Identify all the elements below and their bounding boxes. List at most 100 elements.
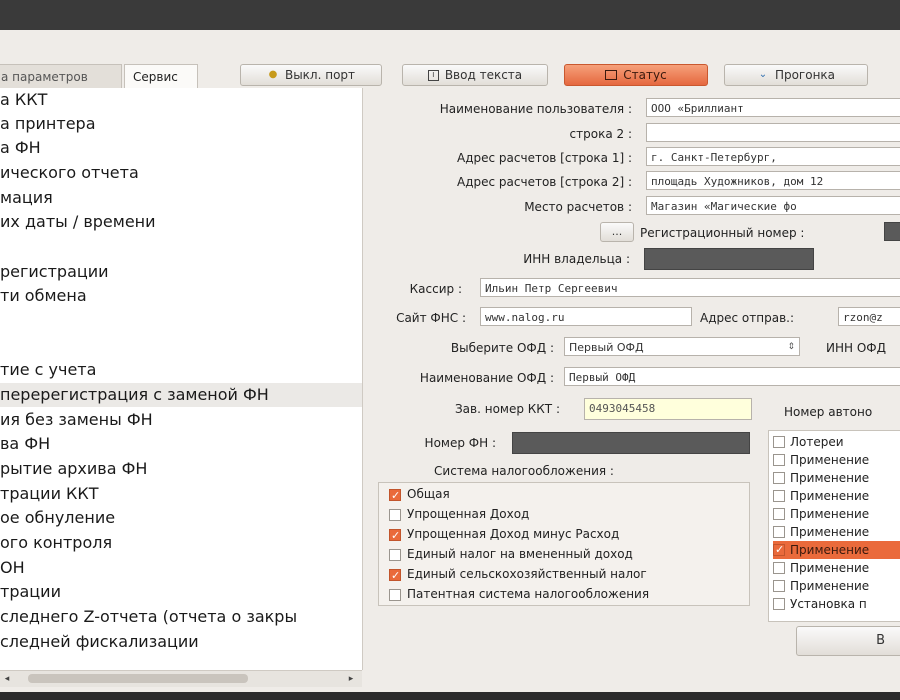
list-item[interactable]: Применение	[773, 523, 900, 541]
horizontal-scrollbar[interactable]: ◂ ▸	[0, 670, 362, 687]
list-item[interactable]: ия без замены ФН	[0, 408, 362, 432]
line2-field[interactable]	[646, 123, 900, 142]
list-item[interactable]: регистрации	[0, 260, 362, 284]
list-item[interactable]	[0, 334, 362, 358]
list-item[interactable]: ического отчета	[0, 161, 362, 185]
fn-number-label: Номер ФН :	[424, 436, 496, 450]
address2-label: Адрес расчетов [строка 2] :	[457, 175, 632, 189]
list-item[interactable]	[0, 235, 362, 259]
tax-system-label: Система налогообложения :	[434, 464, 614, 478]
command-list[interactable]: а ККТ а принтера а ФН ического отчета ма…	[0, 88, 363, 670]
list-item[interactable]: Применение	[773, 559, 900, 577]
address1-field[interactable]: г. Санкт-Петербург,	[646, 147, 900, 166]
list-item[interactable]: рытие архива ФН	[0, 457, 362, 481]
scroll-right-icon[interactable]: ▸	[344, 671, 358, 687]
list-item-selected[interactable]: Применение	[773, 541, 900, 559]
place-field[interactable]: Магазин «Магические фо	[646, 196, 900, 215]
list-item[interactable]: Установка п	[773, 595, 900, 613]
checkbox[interactable]	[773, 508, 785, 520]
tab-service[interactable]: Сервис	[124, 64, 198, 88]
checkbox[interactable]	[773, 580, 785, 592]
port-off-label: Выкл. порт	[284, 68, 356, 82]
kkt-serial-field[interactable]: 0493045458	[584, 398, 752, 420]
plug-icon: ●	[268, 69, 278, 80]
fn-number-field[interactable]	[512, 432, 750, 454]
list-item[interactable]: их даты / времени	[0, 210, 362, 234]
checkbox[interactable]	[773, 490, 785, 502]
list-item[interactable]: ва ФН	[0, 432, 362, 456]
list-item[interactable]: трации	[0, 580, 362, 604]
inn-owner-field[interactable]	[644, 248, 814, 270]
text-input-button[interactable]: I Ввод текста	[402, 64, 548, 86]
tax-option[interactable]: Упрощенная Доход минус Расход	[389, 525, 619, 545]
tax-system-group: Общая Упрощенная Доход Упрощенная Доход …	[378, 482, 750, 606]
ofd-name-field[interactable]: Первый ОФД	[564, 367, 900, 386]
fns-site-label: Сайт ФНС :	[396, 311, 466, 325]
scroll-left-icon[interactable]: ◂	[0, 671, 14, 687]
list-item[interactable]: трации ККТ	[0, 482, 362, 506]
fns-site-field[interactable]: www.nalog.ru	[480, 307, 692, 326]
list-item[interactable]: Применение	[773, 487, 900, 505]
checkbox[interactable]	[389, 548, 401, 561]
checkbox-checked[interactable]	[389, 486, 401, 505]
list-item[interactable]	[0, 309, 362, 333]
address2-field[interactable]: площадь Художников, дом 12	[646, 171, 900, 190]
tab-parameters[interactable]: а параметров	[0, 64, 122, 88]
tax-option[interactable]: Общая	[389, 485, 450, 505]
place-label: Место расчетов :	[524, 200, 632, 214]
list-item[interactable]: тие с учета	[0, 358, 362, 382]
list-item[interactable]: Лотереи	[773, 433, 900, 451]
browse-button[interactable]: ...	[600, 222, 634, 242]
list-item[interactable]: а ККТ	[0, 88, 362, 112]
ofd-select[interactable]: Первый ОФД ⇕	[564, 337, 800, 356]
checkbox[interactable]	[773, 562, 785, 574]
list-item[interactable]: мация	[0, 186, 362, 210]
checkbox[interactable]	[773, 436, 785, 448]
feed-button[interactable]: ⌄ Прогонка	[724, 64, 868, 86]
tax-option[interactable]: Единый налог на вмененный доход	[389, 545, 633, 564]
list-item[interactable]: следнего Z-отчета (отчета о закры	[0, 605, 362, 629]
checkbox[interactable]	[773, 454, 785, 466]
checkbox[interactable]	[389, 588, 401, 601]
monitor-icon	[605, 70, 618, 80]
list-item[interactable]: а ФН	[0, 136, 362, 160]
list-item[interactable]: Применение	[773, 451, 900, 469]
checkbox-checked[interactable]	[389, 566, 401, 585]
ofd-select-label: Выберите ОФД :	[450, 341, 554, 355]
scroll-thumb[interactable]	[28, 674, 248, 683]
autonomous-list[interactable]: Лотереи Применение Применение Применение…	[768, 430, 900, 622]
list-item[interactable]: ти обмена	[0, 284, 362, 308]
status-button[interactable]: Статус	[564, 64, 708, 86]
list-item-selected[interactable]: перерегистрация с заменой ФН	[0, 383, 362, 407]
reg-number-label: Регистрационный номер :	[640, 226, 805, 240]
checkbox[interactable]	[773, 526, 785, 538]
main-window: а параметров Сервис ● Выкл. порт I Ввод …	[0, 30, 900, 692]
port-off-button[interactable]: ● Выкл. порт	[240, 64, 382, 86]
list-item[interactable]: Применение	[773, 577, 900, 595]
cashier-field[interactable]: Ильин Петр Сергеевич	[480, 278, 900, 297]
apply-button[interactable]: В	[796, 626, 900, 656]
tax-option[interactable]: Упрощенная Доход	[389, 505, 529, 524]
list-item[interactable]: ого контроля	[0, 531, 362, 555]
list-item[interactable]: ое обнуление	[0, 506, 362, 530]
list-item[interactable]: а принтера	[0, 112, 362, 136]
list-item[interactable]: ОН	[0, 556, 362, 580]
user-name-field[interactable]: ООО «Бриллиант	[646, 98, 900, 117]
kkt-serial-label: Зав. номер ККТ :	[454, 402, 560, 416]
checkbox-checked[interactable]	[773, 541, 785, 559]
list-item[interactable]: Применение	[773, 505, 900, 523]
list-item[interactable]: следней фискализации	[0, 630, 362, 654]
checkbox-checked[interactable]	[389, 526, 401, 545]
list-item[interactable]: Применение	[773, 469, 900, 487]
sender-address-field[interactable]: rzon@z	[838, 307, 900, 326]
checkbox[interactable]	[773, 598, 785, 610]
tax-option[interactable]: Патентная система налогообложения	[389, 585, 649, 604]
user-name-label: Наименование пользователя :	[439, 102, 632, 116]
tax-option[interactable]: Единый сельскохозяйственный налог	[389, 565, 647, 585]
inn-ofd-label: ИНН ОФД	[826, 341, 886, 355]
checkbox[interactable]	[773, 472, 785, 484]
reg-number-field[interactable]	[884, 222, 900, 241]
checkbox[interactable]	[389, 508, 401, 521]
window-bottom-border	[0, 692, 900, 700]
ofd-name-label: Наименование ОФД :	[419, 371, 554, 385]
